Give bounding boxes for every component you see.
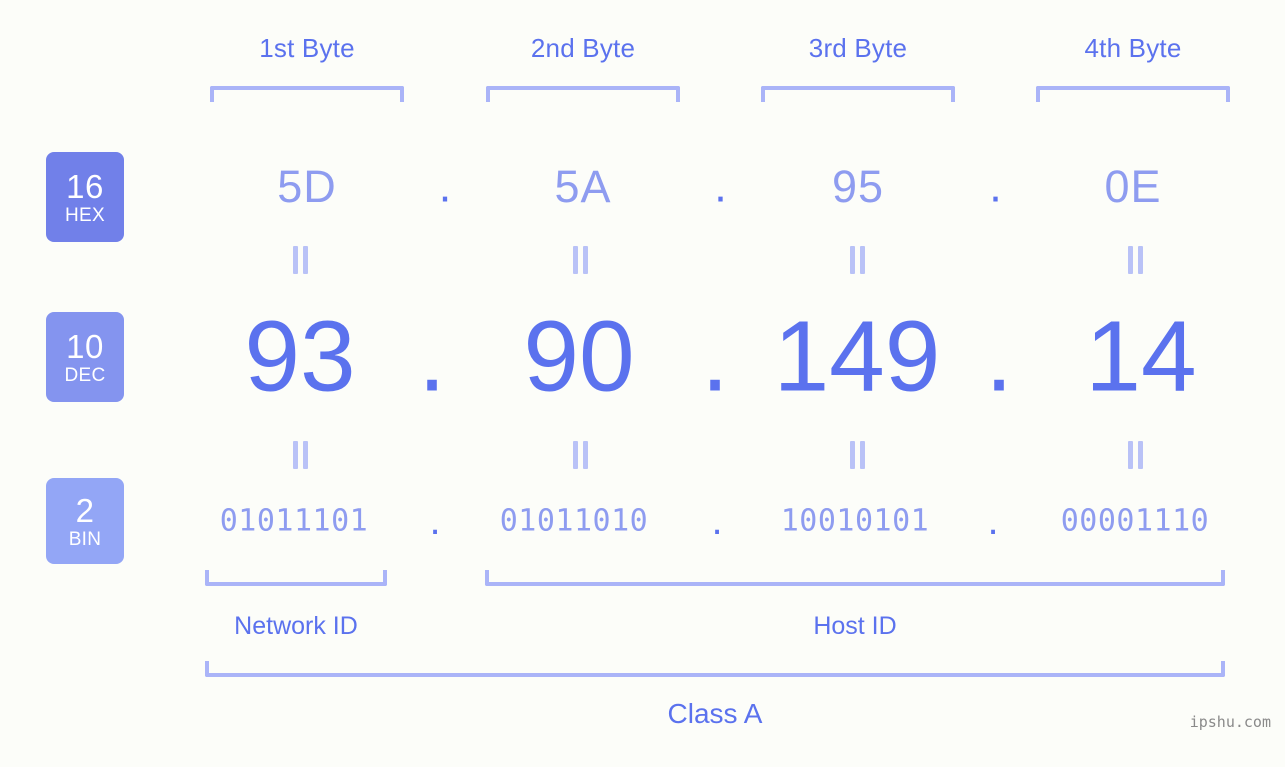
byte-bracket-2 xyxy=(486,86,680,102)
ip-address-breakdown-diagram: 1st Byte 2nd Byte 3rd Byte 4th Byte 16 H… xyxy=(0,0,1285,767)
base-badge-bin: 2 BIN xyxy=(46,478,124,564)
base-badge-hex: 16 HEX xyxy=(46,152,124,242)
class-label: Class A xyxy=(667,698,763,729)
hex-separator-1: . xyxy=(438,160,452,212)
equals-icon-dec-bin-3 xyxy=(847,441,867,469)
host-id-label: Host ID xyxy=(813,612,897,640)
network-id-label: Network ID xyxy=(234,612,358,640)
equals-icon-dec-bin-1 xyxy=(290,441,310,469)
bin-byte-2: 01011010 xyxy=(499,503,649,539)
equals-icon-hex-dec-2 xyxy=(570,246,590,274)
hex-byte-1: 5D xyxy=(277,161,337,212)
host-id-bracket xyxy=(485,570,1225,586)
base-badge-dec-name: DEC xyxy=(64,364,106,386)
byte-bracket-1 xyxy=(210,86,404,102)
equals-icon-hex-dec-1 xyxy=(290,246,310,274)
equals-icon-hex-dec-3 xyxy=(847,246,867,274)
dec-separator-1: . xyxy=(418,300,446,413)
site-watermark: ipshu.com xyxy=(1189,713,1271,731)
hex-separator-2: . xyxy=(714,160,727,212)
dec-byte-4: 14 xyxy=(1085,300,1197,413)
base-badge-hex-number: 16 xyxy=(66,167,104,205)
equals-icon-dec-bin-2 xyxy=(570,441,590,469)
bin-separator-3: . xyxy=(987,499,999,543)
equals-icon-dec-bin-4 xyxy=(1125,441,1145,469)
base-badge-bin-number: 2 xyxy=(75,491,95,529)
hex-byte-3: 95 xyxy=(831,161,885,212)
bin-byte-4: 00001110 xyxy=(1060,503,1210,539)
base-badge-bin-name: BIN xyxy=(68,528,102,550)
bin-byte-1: 01011101 xyxy=(219,503,369,539)
dec-byte-2: 90 xyxy=(523,300,635,413)
dec-separator-3: . xyxy=(985,300,1013,413)
dec-byte-1: 93 xyxy=(244,300,356,413)
dec-separator-2: . xyxy=(701,300,729,413)
base-badge-hex-name: HEX xyxy=(65,204,105,226)
byte-header-label-4: 4th Byte xyxy=(1084,33,1182,63)
byte-bracket-4 xyxy=(1036,86,1230,102)
hex-byte-2: 5A xyxy=(554,161,612,212)
class-bracket xyxy=(205,661,1225,677)
byte-header-label-2: 2nd Byte xyxy=(530,33,636,63)
hex-byte-4: 0E xyxy=(1104,161,1162,212)
dec-byte-3: 149 xyxy=(773,300,941,413)
byte-bracket-3 xyxy=(761,86,955,102)
byte-header-label-1: 1st Byte xyxy=(259,33,355,63)
bin-separator-2: . xyxy=(711,499,723,543)
byte-header-label-3: 3rd Byte xyxy=(808,33,908,63)
equals-icon-hex-dec-4 xyxy=(1125,246,1145,274)
base-badge-dec-number: 10 xyxy=(66,327,104,365)
bin-separator-1: . xyxy=(429,499,441,543)
bin-byte-3: 10010101 xyxy=(780,503,930,539)
base-badge-dec: 10 DEC xyxy=(46,312,124,402)
hex-separator-3: . xyxy=(989,160,1002,212)
network-id-bracket xyxy=(205,570,387,586)
